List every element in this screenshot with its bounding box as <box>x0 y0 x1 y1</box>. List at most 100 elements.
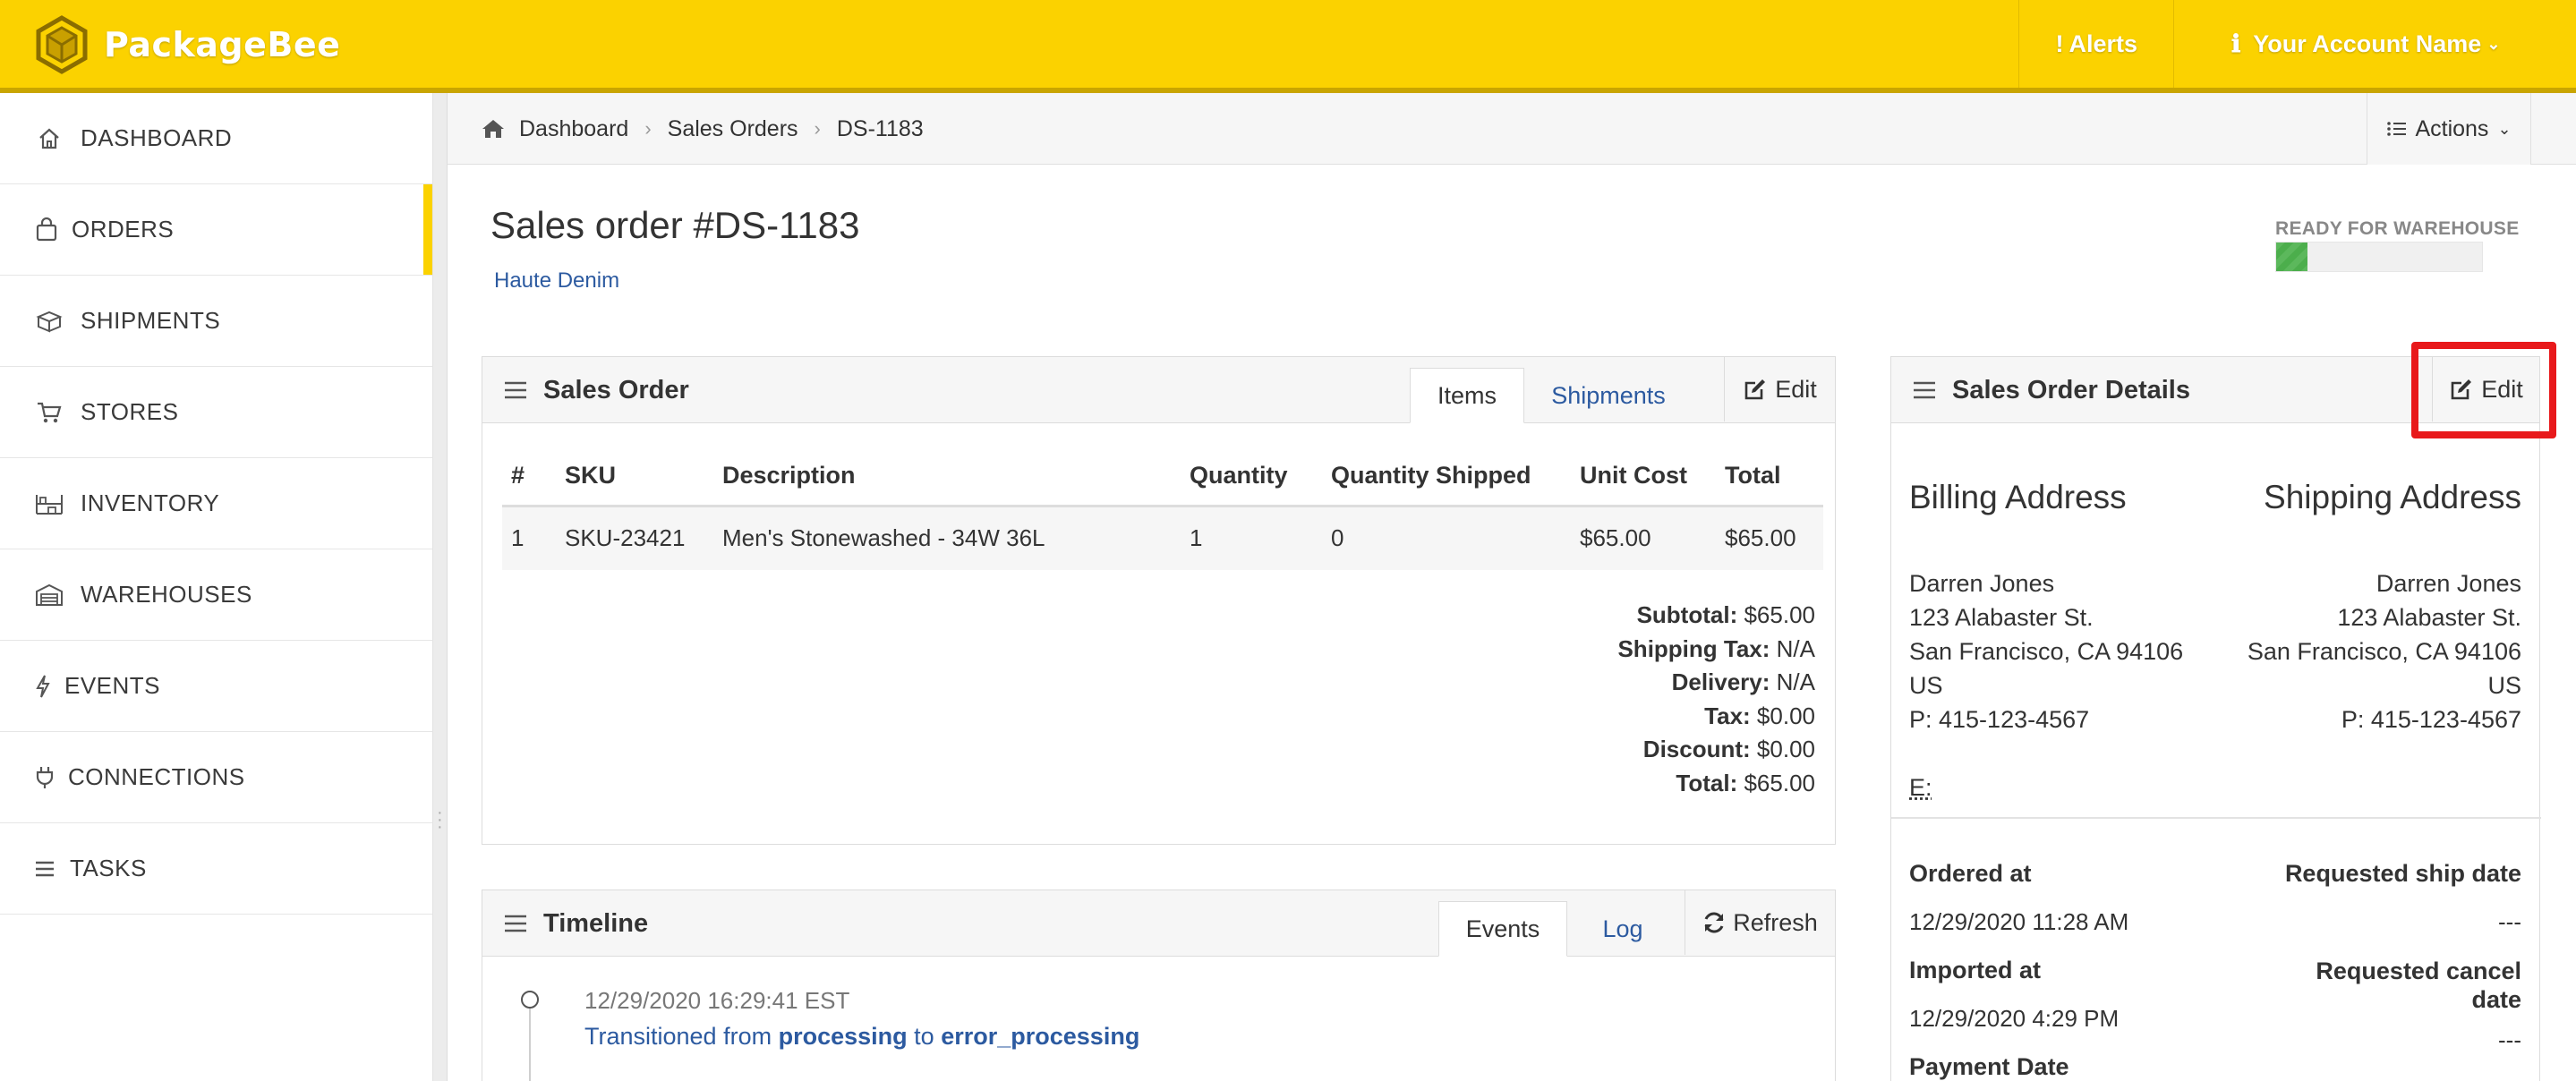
address-name: Darren Jones <box>2248 566 2521 600</box>
refresh-button[interactable]: Refresh <box>1685 890 1835 955</box>
address-email[interactable]: E: <box>1909 770 2183 804</box>
app-logo[interactable]: PackageBee <box>32 16 340 73</box>
requested-ship-label: Requested ship date <box>2285 860 2521 888</box>
ordered-at-value: 12/29/2020 11:28 AM <box>1909 908 2128 936</box>
main-content: Dashboard › Sales Orders › DS-1183 Actio… <box>448 93 2576 1081</box>
account-menu[interactable]: ℹ Your Account Name ⌄ <box>2173 0 2576 88</box>
total-label: Discount: <box>1643 736 1751 762</box>
highlight-box <box>2411 342 2556 438</box>
tab-items[interactable]: Items <box>1410 368 1524 423</box>
sidebar-item-events[interactable]: EVENTS <box>0 641 432 732</box>
sidebar: DASHBOARD ORDERS SHIPMENTS STORES INVENT… <box>0 93 433 1081</box>
total-line: Total: $65.00 <box>1617 767 1815 801</box>
panel-header: Sales Order Items Shipments Edit <box>482 357 1835 423</box>
event-text: to <box>914 1023 934 1050</box>
total-value: $65.00 <box>1744 770 1815 796</box>
sidebar-item-stores[interactable]: STORES <box>0 367 432 458</box>
total-label: Total: <box>1676 770 1737 796</box>
payment-date-label: Payment Date <box>1909 1053 2069 1081</box>
sidebar-item-label: WAREHOUSES <box>81 581 252 609</box>
breadcrumb-dashboard-link[interactable]: Dashboard <box>519 116 628 142</box>
address-phone: P: 415-123-4567 <box>1909 702 2183 736</box>
total-line: Subtotal: $65.00 <box>1617 599 1815 633</box>
sidebar-item-tasks[interactable]: TASKS <box>0 823 432 915</box>
address-street: 123 Alabaster St. <box>1909 600 2183 634</box>
status-progress-bar <box>2275 242 2483 272</box>
total-line: Discount: $0.00 <box>1617 733 1815 767</box>
sidebar-item-label: EVENTS <box>64 672 160 700</box>
panel-title-text: Sales Order <box>543 376 689 405</box>
total-label: Subtotal: <box>1637 601 1738 628</box>
sidebar-item-label: STORES <box>81 398 178 426</box>
table-cell: 1 <box>502 506 556 570</box>
tab-shipments[interactable]: Shipments <box>1524 368 1693 423</box>
status-progress-fill <box>2276 243 2307 271</box>
hamburger-icon <box>1913 380 1936 400</box>
tab-events[interactable]: Events <box>1438 901 1567 957</box>
chevron-down-icon: ⌄ <box>2486 35 2500 54</box>
actions-label: Actions <box>2415 116 2488 142</box>
actions-dropdown-button[interactable]: Actions ⌄ <box>2367 93 2531 165</box>
plug-icon <box>34 764 55 791</box>
column-header: Total <box>1716 447 1823 506</box>
shipping-address: Darren Jones 123 Alabaster St. San Franc… <box>2248 566 2521 736</box>
order-totals: Subtotal: $65.00 Shipping Tax: N/A Deliv… <box>1617 599 1815 800</box>
total-value: N/A <box>1777 668 1815 695</box>
sales-order-panel: Sales Order Items Shipments Edit # SKU D… <box>482 356 1836 845</box>
ordered-at-label: Ordered at <box>1909 860 2032 888</box>
panel-header: Timeline Events Log Refresh <box>482 890 1835 957</box>
refresh-label: Refresh <box>1733 909 1818 937</box>
total-label: Delivery: <box>1672 668 1770 695</box>
bolt-icon <box>34 673 52 700</box>
requested-ship-value: --- <box>2498 908 2521 936</box>
sidebar-item-warehouses[interactable]: WAREHOUSES <box>0 549 432 641</box>
panel-title-text: Sales Order Details <box>1952 376 2190 405</box>
app-name: PackageBee <box>104 25 340 64</box>
column-header: SKU <box>556 447 713 506</box>
exclamation-icon: ! <box>2055 30 2063 58</box>
total-value: N/A <box>1777 635 1815 662</box>
alerts-button[interactable]: ! Alerts <box>2018 0 2173 88</box>
hamburger-icon <box>504 380 527 400</box>
total-line: Shipping Tax: N/A <box>1617 633 1815 667</box>
breadcrumb-current: DS-1183 <box>837 116 924 142</box>
hamburger-icon <box>504 914 527 933</box>
sidebar-item-dashboard[interactable]: DASHBOARD <box>0 93 432 184</box>
store-link[interactable]: Haute Denim <box>494 268 619 294</box>
divider <box>1891 817 2541 819</box>
table-header-row: # SKU Description Quantity Quantity Ship… <box>502 447 1823 506</box>
list-icon <box>34 855 55 882</box>
chevron-right-icon: › <box>644 117 651 140</box>
total-value: $65.00 <box>1744 601 1815 628</box>
breadcrumb-sales-orders-link[interactable]: Sales Orders <box>668 116 798 142</box>
sidebar-item-label: TASKS <box>70 855 147 882</box>
table-cell: 0 <box>1322 506 1571 570</box>
sales-order-edit-button[interactable]: Edit <box>1724 357 1835 421</box>
panel-title: Timeline <box>504 890 648 957</box>
event-description: Transitioned from processing to error_pr… <box>584 1023 1139 1051</box>
address-city: San Francisco, CA 94106 <box>1909 634 2183 668</box>
panel-title: Sales Order Details <box>1913 357 2190 423</box>
bee-hexagon-icon <box>32 15 91 74</box>
sidebar-item-orders[interactable]: ORDERS <box>0 184 432 276</box>
table-row[interactable]: 1 SKU-23421 Men's Stonewashed - 34W 36L … <box>502 506 1823 570</box>
sidebar-item-inventory[interactable]: INVENTORY <box>0 458 432 549</box>
sidebar-item-label: SHIPMENTS <box>81 307 220 335</box>
sidebar-item-connections[interactable]: CONNECTIONS <box>0 732 432 823</box>
sidebar-resize-handle[interactable] <box>433 93 448 1081</box>
breadcrumb-bar: Dashboard › Sales Orders › DS-1183 Actio… <box>448 93 2576 165</box>
panel-title-text: Timeline <box>543 909 648 939</box>
address-city: San Francisco, CA 94106 <box>2248 634 2521 668</box>
shipping-address-heading: Shipping Address <box>2264 479 2521 516</box>
address-country: US <box>1909 668 2183 702</box>
home-icon <box>34 125 64 152</box>
account-label: Your Account Name <box>2253 30 2481 58</box>
event-text: Transitioned from <box>584 1023 772 1050</box>
billing-address: Darren Jones 123 Alabaster St. San Franc… <box>1909 566 2183 804</box>
sidebar-item-shipments[interactable]: SHIPMENTS <box>0 276 432 367</box>
tab-log[interactable]: Log <box>1567 901 1678 957</box>
imported-at-label: Imported at <box>1909 957 2041 984</box>
total-label: Shipping Tax: <box>1617 635 1770 662</box>
table-cell: $65.00 <box>1716 506 1823 570</box>
panel-title: Sales Order <box>504 357 689 423</box>
